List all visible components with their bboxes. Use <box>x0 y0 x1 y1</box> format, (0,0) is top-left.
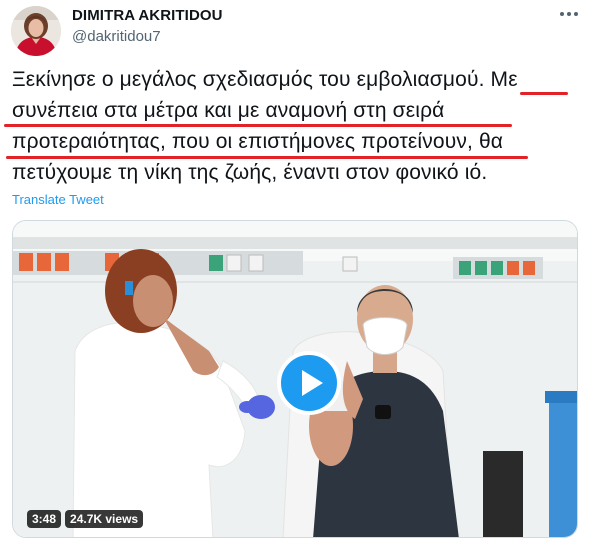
video-badges: 3:48 24.7K views <box>27 510 144 528</box>
avatar-image <box>11 6 61 56</box>
video-player[interactable]: 3:48 24.7K views <box>12 220 578 538</box>
play-button[interactable] <box>277 351 341 415</box>
video-duration: 3:48 <box>27 510 62 528</box>
more-options-icon[interactable] <box>558 5 580 23</box>
author-avatar[interactable] <box>11 6 61 56</box>
video-view-count: 24.7K views <box>65 510 144 528</box>
translate-tweet-link[interactable]: Translate Tweet <box>12 192 104 207</box>
tweet-line-1: Ξεκίνησε ο μεγάλος σχεδιασμός του εμβολι… <box>12 68 518 91</box>
more-dot <box>560 12 564 16</box>
tweet-line-4: πετύχουμε τη νίκη της ζωής, έναντι στον … <box>12 161 488 184</box>
highlight-underline <box>4 124 512 127</box>
highlight-underline <box>520 92 568 95</box>
more-dot <box>574 12 578 16</box>
play-icon <box>301 370 323 396</box>
highlight-underline <box>6 156 528 159</box>
more-dot <box>567 12 571 16</box>
author-handle[interactable]: @dakritidou7 <box>72 28 161 45</box>
author-display-name[interactable]: DIMITRA AKRITIDOU <box>72 7 223 24</box>
tweet-line-2: συνέπεια στα μέτρα και με αναμονή στη σε… <box>12 99 445 122</box>
tweet-line-3: προτεραιότητας, που οι επιστήμονες προτε… <box>12 130 504 153</box>
